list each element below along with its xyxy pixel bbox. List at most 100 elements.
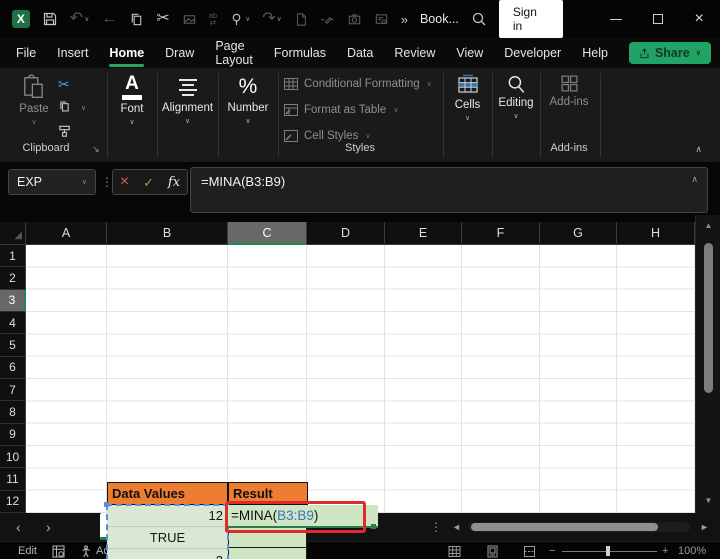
row-header-12[interactable]: 12 xyxy=(0,491,26,513)
insert-function-icon[interactable]: fx xyxy=(168,175,180,190)
page-layout-view-icon[interactable] xyxy=(486,542,499,559)
paste-button[interactable]: Paste ∨ xyxy=(12,74,56,126)
minimize-button[interactable] xyxy=(601,0,631,38)
tab-view[interactable]: View xyxy=(456,46,483,60)
editing-group-button[interactable]: Editing ∨ xyxy=(492,74,540,120)
row-header-9[interactable]: 9 xyxy=(0,424,26,446)
signature-icon[interactable] xyxy=(374,12,389,27)
format-as-table-button[interactable]: Format as Table∨ xyxy=(284,104,398,116)
sign-in-button[interactable]: Sign in xyxy=(499,0,563,38)
conditional-formatting-button[interactable]: Conditional Formatting∨ xyxy=(284,78,432,90)
cell-b5[interactable]: 3 xyxy=(107,549,228,559)
horizontal-scroll-thumb[interactable] xyxy=(471,523,658,531)
new-file-icon[interactable] xyxy=(294,12,308,27)
page-break-view-icon[interactable] xyxy=(523,542,536,559)
hscroll-left-icon[interactable]: ◄ xyxy=(452,513,461,541)
cell-b2[interactable]: Data Values xyxy=(107,482,228,505)
search-icon[interactable] xyxy=(471,11,487,27)
copy-dropdown[interactable]: ∨ xyxy=(81,104,86,112)
row-header-8[interactable]: 8 xyxy=(0,401,26,423)
formula-input[interactable]: =MINA(B3:B9) ∧ xyxy=(190,167,708,213)
close-button[interactable]: × xyxy=(684,0,714,38)
sheetbar-drag-dots[interactable]: ⋮ xyxy=(430,513,442,541)
addins-button[interactable]: Add-ins xyxy=(540,74,598,108)
col-header-f[interactable]: F xyxy=(462,222,540,245)
tab-page-layout[interactable]: Page Layout xyxy=(215,39,253,67)
name-box-dropdown-icon[interactable]: ∨ xyxy=(82,178,87,186)
col-header-c[interactable]: C xyxy=(228,222,307,245)
cut-icon[interactable]: ✂ xyxy=(156,11,169,27)
tab-insert[interactable]: Insert xyxy=(57,46,88,60)
cell-c2[interactable]: Result xyxy=(228,482,308,505)
row-header-1[interactable]: 1 xyxy=(0,245,26,267)
accessibility-icon[interactable] xyxy=(80,542,92,559)
excel-logo-icon[interactable]: X xyxy=(12,10,30,28)
select-all-button[interactable]: ◢ xyxy=(0,222,26,245)
clipboard-dialog-launcher[interactable]: ↘ xyxy=(92,144,100,155)
row-header-6[interactable]: 6 xyxy=(0,357,26,379)
cell-b3[interactable]: 12 xyxy=(107,505,228,527)
col-header-g[interactable]: G xyxy=(540,222,617,245)
redo-icon[interactable]: ↷∨ xyxy=(262,11,282,27)
tab-formulas[interactable]: Formulas xyxy=(274,46,326,60)
tab-review[interactable]: Review xyxy=(394,46,435,60)
zoom-out-button[interactable]: − xyxy=(549,542,555,559)
name-box[interactable]: EXP ∨ xyxy=(8,169,96,195)
tab-home[interactable]: Home xyxy=(109,46,144,60)
row-header-2[interactable]: 2 xyxy=(0,267,26,289)
cell-b4[interactable]: TRUE xyxy=(107,527,228,549)
col-header-h[interactable]: H xyxy=(617,222,695,245)
zoom-level[interactable]: 100% xyxy=(678,542,706,559)
fill-handle[interactable] xyxy=(371,524,376,529)
camera-icon[interactable] xyxy=(347,12,362,27)
tab-draw[interactable]: Draw xyxy=(165,46,194,60)
cell-styles-button[interactable]: Cell Styles∨ xyxy=(284,130,370,142)
vertical-scrollbar[interactable]: ▲ ▼ xyxy=(695,215,720,513)
touch-mouse-mode-icon[interactable]: ∨ xyxy=(229,12,250,27)
row-header-5[interactable]: 5 xyxy=(0,334,26,356)
row-header-4[interactable]: 4 xyxy=(0,312,26,334)
cancel-icon[interactable]: × xyxy=(120,174,129,190)
collapse-formula-bar-icon[interactable]: ∧ xyxy=(691,174,698,185)
back-icon[interactable]: ← xyxy=(101,11,117,27)
prev-sheet-icon[interactable]: ‹ xyxy=(16,513,21,541)
collapse-ribbon-icon[interactable]: ∧ xyxy=(695,144,702,155)
undo-icon[interactable]: ↶∨ xyxy=(70,11,90,27)
tab-developer[interactable]: Developer xyxy=(504,46,561,60)
col-header-a[interactable]: A xyxy=(26,222,107,245)
next-sheet-icon[interactable]: › xyxy=(46,513,51,541)
draw-tool-icon[interactable] xyxy=(320,12,335,27)
macro-record-icon[interactable] xyxy=(52,542,65,559)
copy-icon[interactable] xyxy=(129,12,144,27)
tab-help[interactable]: Help xyxy=(582,46,608,60)
alignment-group-button[interactable]: Alignment ∨ xyxy=(157,74,218,125)
enter-icon[interactable]: ✓ xyxy=(143,176,154,189)
more-commands-icon[interactable]: » xyxy=(401,12,408,27)
copy-button[interactable] xyxy=(58,100,71,113)
cell-c4[interactable] xyxy=(228,526,307,548)
row-header-7[interactable]: 7 xyxy=(0,379,26,401)
row-header-11[interactable]: 11 xyxy=(0,468,26,490)
normal-view-icon[interactable] xyxy=(448,542,461,559)
zoom-in-button[interactable]: + xyxy=(662,542,668,559)
tab-file[interactable]: File xyxy=(16,46,36,60)
zoom-slider-thumb[interactable] xyxy=(606,546,610,556)
hscroll-right-icon[interactable]: ► xyxy=(700,513,709,541)
tab-data[interactable]: Data xyxy=(347,46,373,60)
maximize-button[interactable] xyxy=(643,0,673,38)
col-header-d[interactable]: D xyxy=(307,222,385,245)
cell-c5[interactable] xyxy=(228,547,307,559)
number-group-button[interactable]: % Number ∨ xyxy=(218,74,278,125)
col-header-b[interactable]: B xyxy=(107,222,228,245)
picture-icon[interactable] xyxy=(182,12,197,27)
horizontal-scrollbar[interactable] xyxy=(468,522,690,532)
active-cell-edit-c3[interactable]: =MINA(B3:B9) xyxy=(228,505,378,528)
row-header-10[interactable]: 10 xyxy=(0,446,26,468)
vertical-scroll-thumb[interactable] xyxy=(704,243,713,393)
find-replace-icon[interactable]: ab⇄ xyxy=(209,12,217,27)
share-button[interactable]: Share ∨ xyxy=(629,42,711,64)
cells-canvas[interactable] xyxy=(26,245,695,513)
scroll-down-icon[interactable]: ▼ xyxy=(696,496,720,505)
col-header-e[interactable]: E xyxy=(385,222,462,245)
cells-group-button[interactable]: Cells ∨ xyxy=(443,74,492,122)
